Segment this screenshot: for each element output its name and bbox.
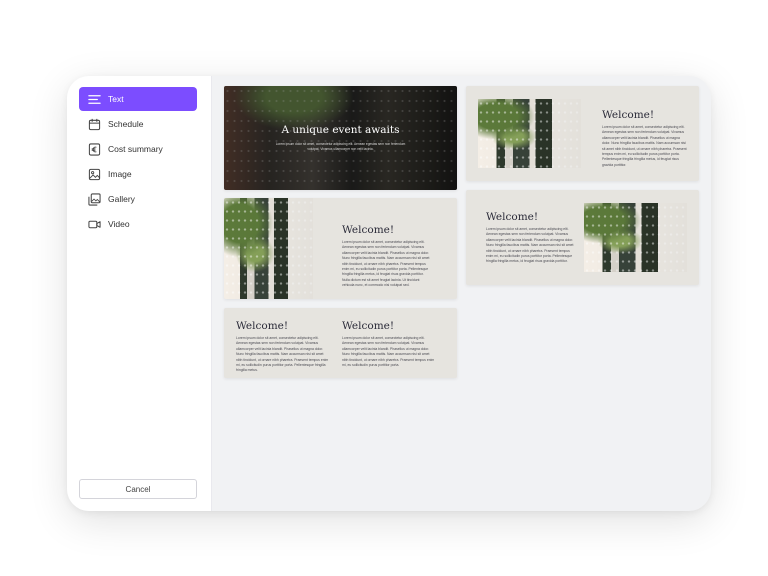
template-body: Lorem ipsum dolor sit amet, consectetur … — [602, 125, 687, 167]
template-photo — [478, 99, 581, 168]
template-right-title: Welcome! — [342, 320, 395, 332]
template-image-left-small[interactable]: Welcome! Lorem ipsum dolor sit amet, con… — [466, 86, 699, 181]
template-right-body: Lorem ipsum dolor sit amet, consectetur … — [342, 336, 435, 368]
video-icon — [87, 217, 101, 231]
hero-title: A unique event awaits — [281, 124, 400, 136]
template-image-left[interactable]: Welcome! Lorem ipsum dolor sit amet, con… — [224, 198, 457, 299]
sidebar-item-schedule[interactable]: Schedule — [79, 112, 197, 136]
template-body: Lorem ipsum dolor sit amet, consectetur … — [486, 227, 574, 264]
sidebar-item-label: Gallery — [108, 194, 135, 204]
sidebar-item-text[interactable]: Text — [79, 87, 197, 111]
template-title: Welcome! — [486, 211, 539, 223]
sidebar-item-label: Video — [108, 219, 130, 229]
template-left-title: Welcome! — [236, 320, 289, 332]
hero-background-photo — [224, 86, 457, 190]
text-lines-icon — [87, 92, 101, 106]
template-grid: A unique event awaits Lorem ipsum dolor … — [212, 76, 711, 511]
image-icon — [87, 167, 101, 181]
euro-icon — [87, 142, 101, 156]
template-title: Welcome! — [602, 109, 655, 121]
cancel-button[interactable]: Cancel — [79, 479, 197, 499]
template-title: Welcome! — [342, 224, 395, 236]
sidebar-item-video[interactable]: Video — [79, 212, 197, 236]
template-image-right[interactable]: Welcome! Lorem ipsum dolor sit amet, con… — [466, 190, 699, 285]
sidebar-item-label: Schedule — [108, 119, 144, 129]
calendar-icon — [87, 117, 101, 131]
sidebar-item-cost-summary[interactable]: Cost summary — [79, 137, 197, 161]
template-picker-modal: Text Schedule Cost summary Image Gallery… — [67, 76, 711, 511]
sidebar-item-label: Text — [108, 94, 124, 104]
template-photo — [224, 198, 313, 299]
template-two-columns[interactable]: Welcome! Lorem ipsum dolor sit amet, con… — [224, 308, 457, 378]
template-body: Lorem ipsum dolor sit amet, consectetur … — [342, 240, 430, 288]
hero-body: Lorem ipsum dolor sit amet, consectetur … — [275, 142, 406, 151]
sidebar-item-label: Cost summary — [108, 144, 163, 154]
template-hero[interactable]: A unique event awaits Lorem ipsum dolor … — [224, 86, 457, 190]
sidebar-item-label: Image — [108, 169, 132, 179]
sidebar: Text Schedule Cost summary Image Gallery… — [67, 76, 212, 511]
sidebar-item-image[interactable]: Image — [79, 162, 197, 186]
template-left-body: Lorem ipsum dolor sit amet, consectetur … — [236, 336, 329, 373]
sidebar-item-gallery[interactable]: Gallery — [79, 187, 197, 211]
template-photo — [584, 203, 687, 272]
sidebar-menu: Text Schedule Cost summary Image Gallery… — [79, 87, 197, 237]
gallery-icon — [87, 192, 101, 206]
